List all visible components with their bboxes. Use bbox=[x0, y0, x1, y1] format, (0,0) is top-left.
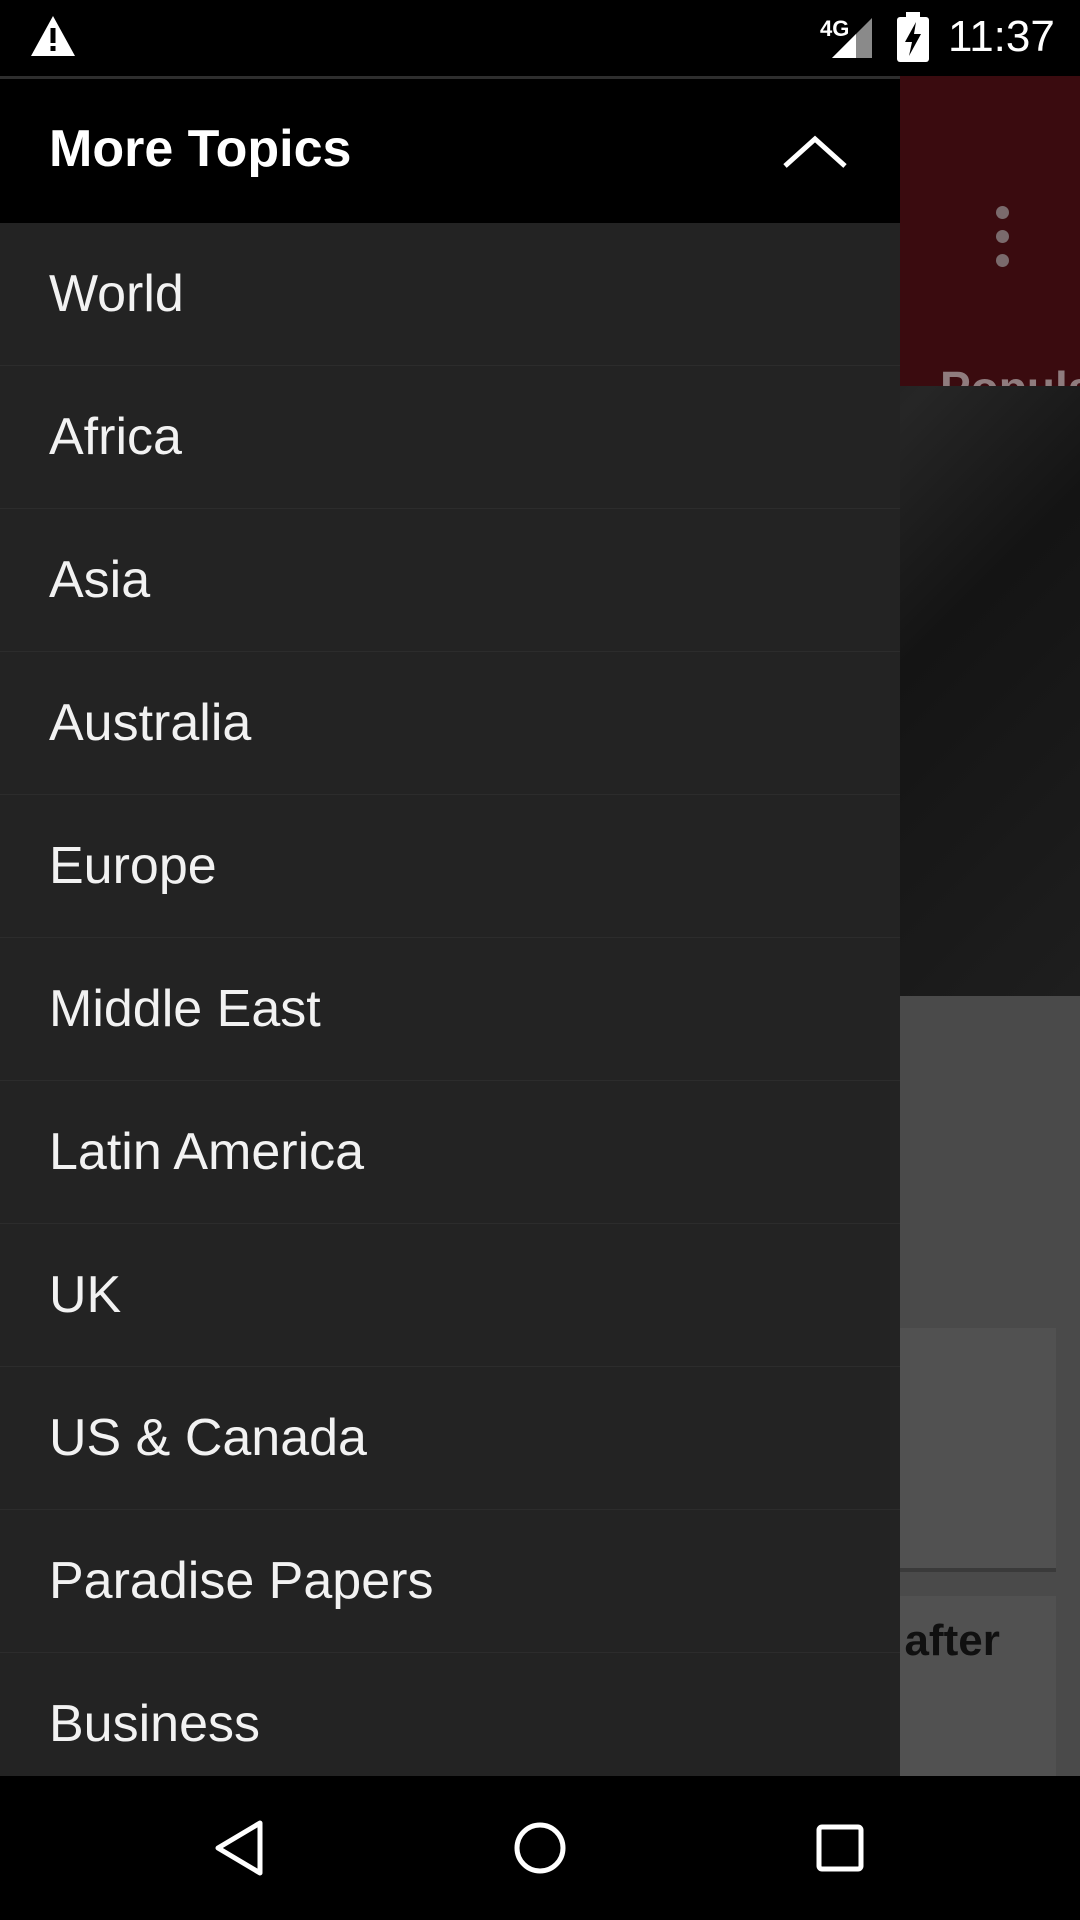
warning-icon bbox=[31, 16, 75, 56]
topic-label: Middle East bbox=[49, 980, 321, 1038]
topic-label: Paradise Papers bbox=[49, 1552, 434, 1610]
topic-item-world[interactable]: World bbox=[0, 223, 900, 366]
status-bar: 4G 11:37 bbox=[0, 0, 1080, 76]
topic-item-africa[interactable]: Africa bbox=[0, 366, 900, 509]
topic-item-latin-america[interactable]: Latin America bbox=[0, 1081, 900, 1224]
topic-label: World bbox=[49, 265, 184, 323]
battery-charging-icon bbox=[897, 12, 929, 62]
overflow-menu-icon[interactable] bbox=[990, 206, 1014, 267]
topic-item-australia[interactable]: Australia bbox=[0, 652, 900, 795]
home-icon[interactable] bbox=[510, 1818, 570, 1878]
topic-list: World Africa Asia Australia Europe Middl… bbox=[0, 223, 900, 1776]
topic-item-paradise-papers[interactable]: Paradise Papers bbox=[0, 1510, 900, 1653]
topic-label: Europe bbox=[49, 837, 217, 895]
topic-label: Africa bbox=[49, 408, 182, 466]
navigation-drawer: More Topics World Africa Asia Australia … bbox=[0, 76, 900, 1776]
back-icon[interactable] bbox=[210, 1818, 270, 1878]
recents-icon[interactable] bbox=[810, 1818, 870, 1878]
clock: 11:37 bbox=[948, 12, 1055, 61]
topic-item-asia[interactable]: Asia bbox=[0, 509, 900, 652]
chevron-up-icon[interactable] bbox=[770, 121, 860, 181]
topic-item-middle-east[interactable]: Middle East bbox=[0, 938, 900, 1081]
topic-label: Asia bbox=[49, 551, 151, 609]
topic-label: UK bbox=[49, 1266, 122, 1324]
drawer-header[interactable]: More Topics bbox=[0, 76, 900, 223]
topic-label: Australia bbox=[49, 694, 252, 752]
topic-label: Business bbox=[49, 1695, 260, 1753]
topic-item-uk[interactable]: UK bbox=[0, 1224, 900, 1367]
topic-label: Latin America bbox=[49, 1123, 365, 1181]
topic-label: US & Canada bbox=[49, 1409, 367, 1467]
signal-icon bbox=[832, 18, 872, 58]
drawer-title: More Topics bbox=[49, 120, 352, 178]
system-navigation-bar bbox=[0, 1776, 1080, 1920]
topic-item-europe[interactable]: Europe bbox=[0, 795, 900, 938]
topic-item-business[interactable]: Business bbox=[0, 1653, 900, 1776]
topic-item-us-canada[interactable]: US & Canada bbox=[0, 1367, 900, 1510]
